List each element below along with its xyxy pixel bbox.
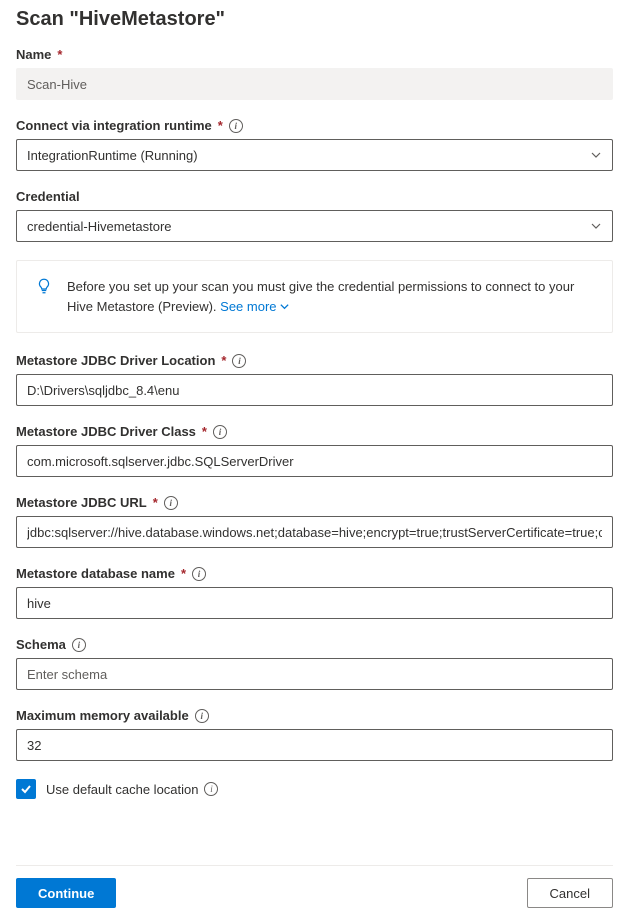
schema-field-group: Schema i — [16, 637, 613, 690]
driver-class-label: Metastore JDBC Driver Class* i — [16, 424, 613, 439]
page-title: Scan "HiveMetastore" — [16, 0, 613, 47]
jdbc-url-field-group: Metastore JDBC URL* i — [16, 495, 613, 548]
max-memory-input[interactable] — [16, 729, 613, 761]
required-asterisk: * — [181, 566, 186, 581]
lightbulb-icon — [35, 277, 53, 295]
info-icon[interactable]: i — [72, 638, 86, 652]
chevron-down-icon — [279, 301, 290, 312]
required-asterisk: * — [153, 495, 158, 510]
cancel-button[interactable]: Cancel — [527, 878, 613, 908]
driver-location-field-group: Metastore JDBC Driver Location* i — [16, 353, 613, 406]
info-icon[interactable]: i — [213, 425, 227, 439]
info-icon[interactable]: i — [164, 496, 178, 510]
cache-location-checkbox[interactable] — [16, 779, 36, 799]
schema-input[interactable] — [16, 658, 613, 690]
cache-location-row: Use default cache location i — [16, 779, 613, 799]
required-asterisk: * — [57, 47, 62, 62]
credential-field-group: Credential credential-Hivemetastore — [16, 189, 613, 242]
credential-select[interactable]: credential-Hivemetastore — [16, 210, 613, 242]
cache-location-label: Use default cache location i — [46, 782, 218, 797]
driver-class-field-group: Metastore JDBC Driver Class* i — [16, 424, 613, 477]
name-input[interactable] — [16, 68, 613, 100]
driver-location-label: Metastore JDBC Driver Location* i — [16, 353, 613, 368]
info-icon[interactable]: i — [192, 567, 206, 581]
chevron-down-icon — [590, 149, 602, 161]
name-label: Name* — [16, 47, 613, 62]
banner-text: Before you set up your scan you must giv… — [67, 277, 594, 316]
info-icon[interactable]: i — [195, 709, 209, 723]
see-more-link[interactable]: See more — [220, 297, 289, 317]
info-icon[interactable]: i — [229, 119, 243, 133]
required-asterisk: * — [218, 118, 223, 133]
required-asterisk: * — [221, 353, 226, 368]
schema-label: Schema i — [16, 637, 613, 652]
checkmark-icon — [19, 782, 33, 796]
max-memory-field-group: Maximum memory available i — [16, 708, 613, 761]
database-name-label: Metastore database name* i — [16, 566, 613, 581]
driver-class-input[interactable] — [16, 445, 613, 477]
max-memory-label: Maximum memory available i — [16, 708, 613, 723]
footer: Continue Cancel — [16, 865, 613, 908]
driver-location-input[interactable] — [16, 374, 613, 406]
info-banner: Before you set up your scan you must giv… — [16, 260, 613, 333]
runtime-select[interactable]: IntegrationRuntime (Running) — [16, 139, 613, 171]
database-name-field-group: Metastore database name* i — [16, 566, 613, 619]
database-name-input[interactable] — [16, 587, 613, 619]
info-icon[interactable]: i — [204, 782, 218, 796]
runtime-label: Connect via integration runtime* i — [16, 118, 613, 133]
jdbc-url-input[interactable] — [16, 516, 613, 548]
required-asterisk: * — [202, 424, 207, 439]
runtime-field-group: Connect via integration runtime* i Integ… — [16, 118, 613, 171]
credential-label: Credential — [16, 189, 613, 204]
jdbc-url-label: Metastore JDBC URL* i — [16, 495, 613, 510]
chevron-down-icon — [590, 220, 602, 232]
continue-button[interactable]: Continue — [16, 878, 116, 908]
info-icon[interactable]: i — [232, 354, 246, 368]
name-field-group: Name* — [16, 47, 613, 100]
